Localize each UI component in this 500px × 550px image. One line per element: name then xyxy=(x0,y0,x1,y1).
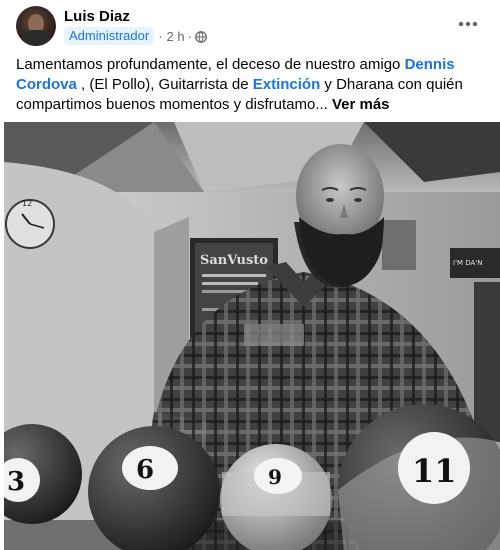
ball-number-3: 3 xyxy=(7,467,25,497)
post-photo[interactable]: 12 SanVusto I'M DA'N 3 6 9 11 xyxy=(4,122,500,550)
globe-icon xyxy=(195,30,207,43)
post-time[interactable]: 2 h xyxy=(167,29,185,44)
poster-text: SanVusto xyxy=(200,253,268,268)
meta-dot: · xyxy=(187,28,192,44)
see-more-link[interactable]: Ver más xyxy=(332,96,390,113)
avatar-body xyxy=(22,30,50,46)
post-text: Lamentamos profundamente, el deceso de n… xyxy=(16,55,486,115)
role-badge[interactable]: Administrador xyxy=(64,27,155,45)
post-text-part-2: , (El Pollo), Guitarrista de xyxy=(76,76,253,93)
post-meta: Administrador · 2 h · xyxy=(64,27,207,45)
post-text-part-1: Lamentamos profundamente, el deceso de n… xyxy=(16,56,405,73)
ball-number-11: 11 xyxy=(412,452,457,490)
meta-separator: · xyxy=(158,28,163,44)
post-header: Luis Diaz Administrador · 2 h · xyxy=(0,0,500,50)
mention-extincion[interactable]: Extinción xyxy=(253,76,321,93)
clock-numeral: 12 xyxy=(22,199,32,208)
ball-number-6: 6 xyxy=(136,455,154,485)
wall-sign: I'M DA'N xyxy=(453,259,482,267)
more-options-icon[interactable] xyxy=(452,10,484,38)
wall-clock-icon: 12 xyxy=(5,199,55,249)
ball-number-9: 9 xyxy=(268,465,282,489)
author-avatar[interactable] xyxy=(16,6,56,46)
facebook-post: Luis Diaz Administrador · 2 h · Lamentam… xyxy=(0,0,500,550)
author-name[interactable]: Luis Diaz xyxy=(64,8,130,25)
